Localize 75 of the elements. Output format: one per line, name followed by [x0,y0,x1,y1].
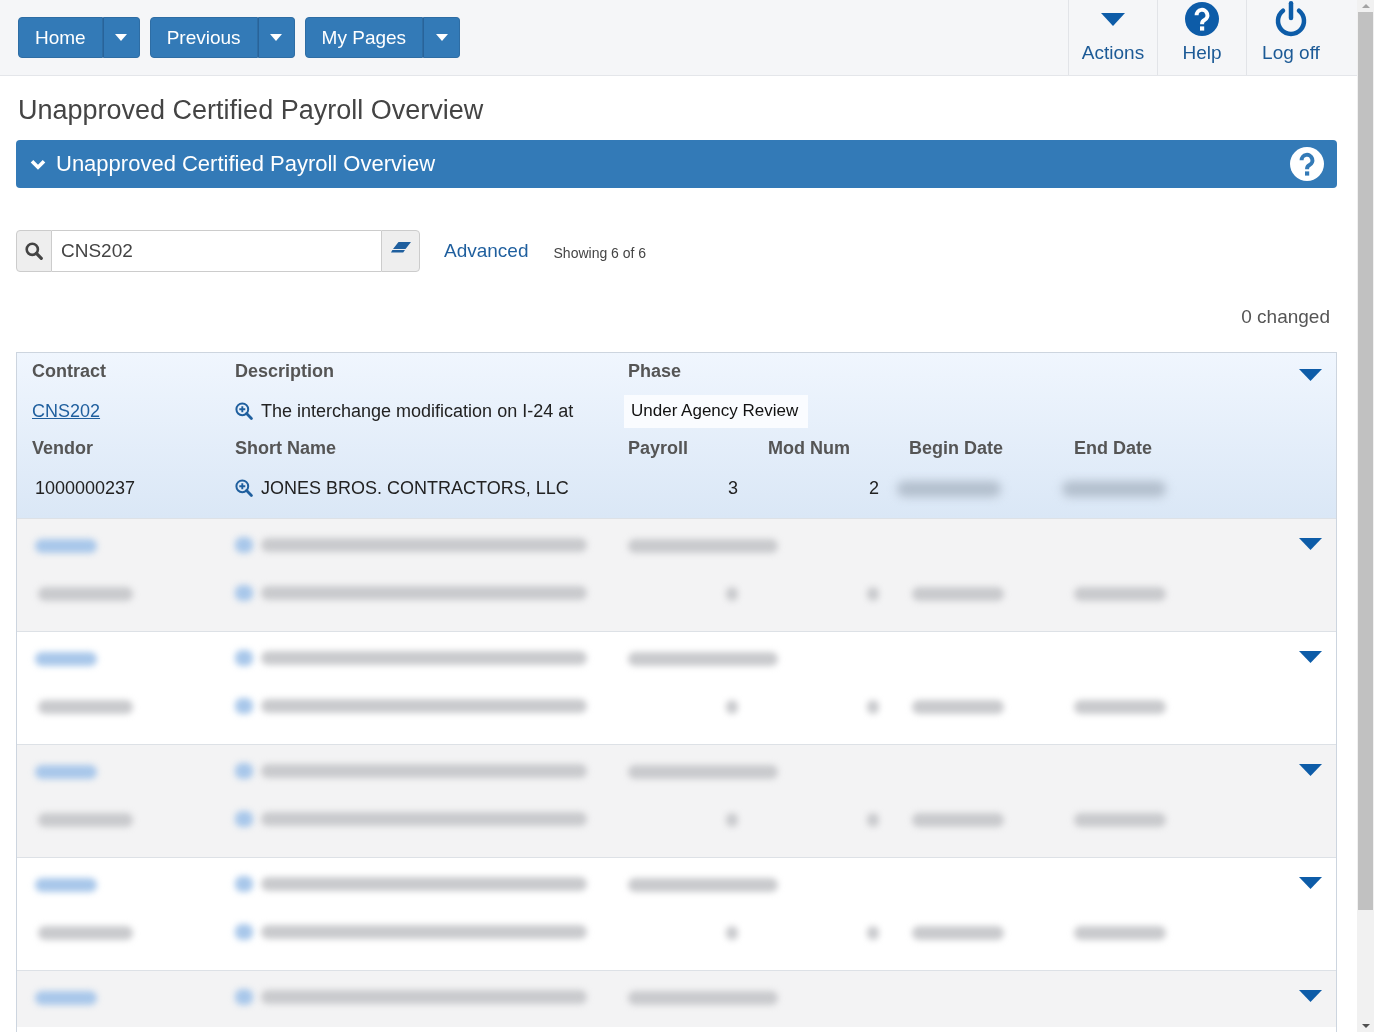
phase-value: Under Agency Review [624,394,809,428]
column-label: Begin Date [909,437,1005,459]
vendor-number: 1000000237 [35,477,136,498]
redacted-icon [235,650,253,666]
log-off-button[interactable]: Log off [1246,0,1335,75]
clear-button[interactable] [381,230,420,272]
payroll-value: 3 [728,477,738,498]
dropdown-button[interactable] [257,17,295,58]
redacted-text [867,925,879,940]
redacted-text [35,651,97,666]
caret-down-icon[interactable] [1299,651,1322,663]
help-icon[interactable] [1290,147,1324,181]
page-title: Unapproved Certified Payroll Overview [18,94,485,127]
caret-down-icon[interactable] [1299,764,1322,776]
redacted-icon [235,698,253,714]
column-label: Description [235,360,336,382]
result-count: Showing 6 of 6 [553,244,647,261]
redacted-icon [235,924,253,940]
eraser-icon [390,242,411,254]
column-label: Short Name [235,437,338,459]
column-label: End Date [1074,437,1153,459]
column-label: Mod Num [768,437,851,459]
redacted-icon [235,537,253,553]
panel-toggle[interactable]: Unapproved Certified Payroll Overview [30,151,436,177]
description-text: The interchange modification on I-24 at [261,400,574,422]
column-label: Payroll [628,437,690,459]
redacted-icon [235,989,253,1005]
redacted-text [726,925,738,940]
caret-down-icon[interactable] [1299,369,1322,381]
redacted-text [867,812,879,827]
short-name-text: JONES BROS. CONTRACTORS, LLC [261,477,569,499]
zoom-in-icon[interactable] [235,402,253,420]
scrollbar-thumb[interactable] [1358,12,1373,910]
mod-num-value: 2 [869,477,879,498]
redacted-text [35,877,97,892]
caret-down-icon[interactable] [1299,990,1322,1002]
redacted-text [726,699,738,714]
redacted-text [726,812,738,827]
change-count: 0 changed [1241,305,1330,329]
caret-down-icon[interactable] [1299,538,1322,550]
search-button[interactable] [16,230,52,272]
caret-down-icon [1101,12,1125,26]
caret-down-icon [435,34,448,41]
redacted-text [867,586,879,601]
redacted-icon [235,585,253,601]
redacted-icon [235,811,253,827]
help-button[interactable]: Help [1157,0,1246,75]
column-label: Phase [628,360,683,382]
column-label: Vendor [32,437,94,459]
search-field[interactable]: CNS202 [52,230,381,272]
caret-down-icon[interactable] [1299,877,1322,889]
nav-button[interactable]: My Pages [304,17,424,58]
zoom-in-icon[interactable] [235,479,253,497]
redacted-text [867,699,879,714]
redacted-icon [235,876,253,892]
redacted-text [726,586,738,601]
caret-down-icon [115,34,128,41]
scroll-down-icon[interactable] [1361,1024,1370,1028]
column-label: Contract [32,360,107,382]
redacted-text [35,764,97,779]
redacted-text [35,538,97,553]
advanced-link[interactable]: Advanced [444,240,529,262]
nav-button[interactable]: Previous [149,17,258,58]
table-row[interactable]: Contract Description Phase CNS202 The interchange modification on I-24 at Under Agency Review Vendor Short Name Payroll Mod Num Begin Date End Date 1000000237 JONES BROS. CONTRACTORS, LLC 3 2 [17,353,1336,518]
contract-link[interactable]: CNS202 [32,400,101,421]
power-icon [1273,1,1309,37]
actions-menu-button[interactable]: Actions [1068,0,1157,75]
redacted-text [35,990,97,1005]
scrollbar-track[interactable] [1357,0,1374,1032]
dropdown-button[interactable] [102,17,140,58]
search-icon [25,242,43,260]
dropdown-button[interactable] [423,17,461,58]
nav-button[interactable]: Home [18,17,103,58]
caret-down-icon [270,34,283,41]
redacted-icon [235,763,253,779]
